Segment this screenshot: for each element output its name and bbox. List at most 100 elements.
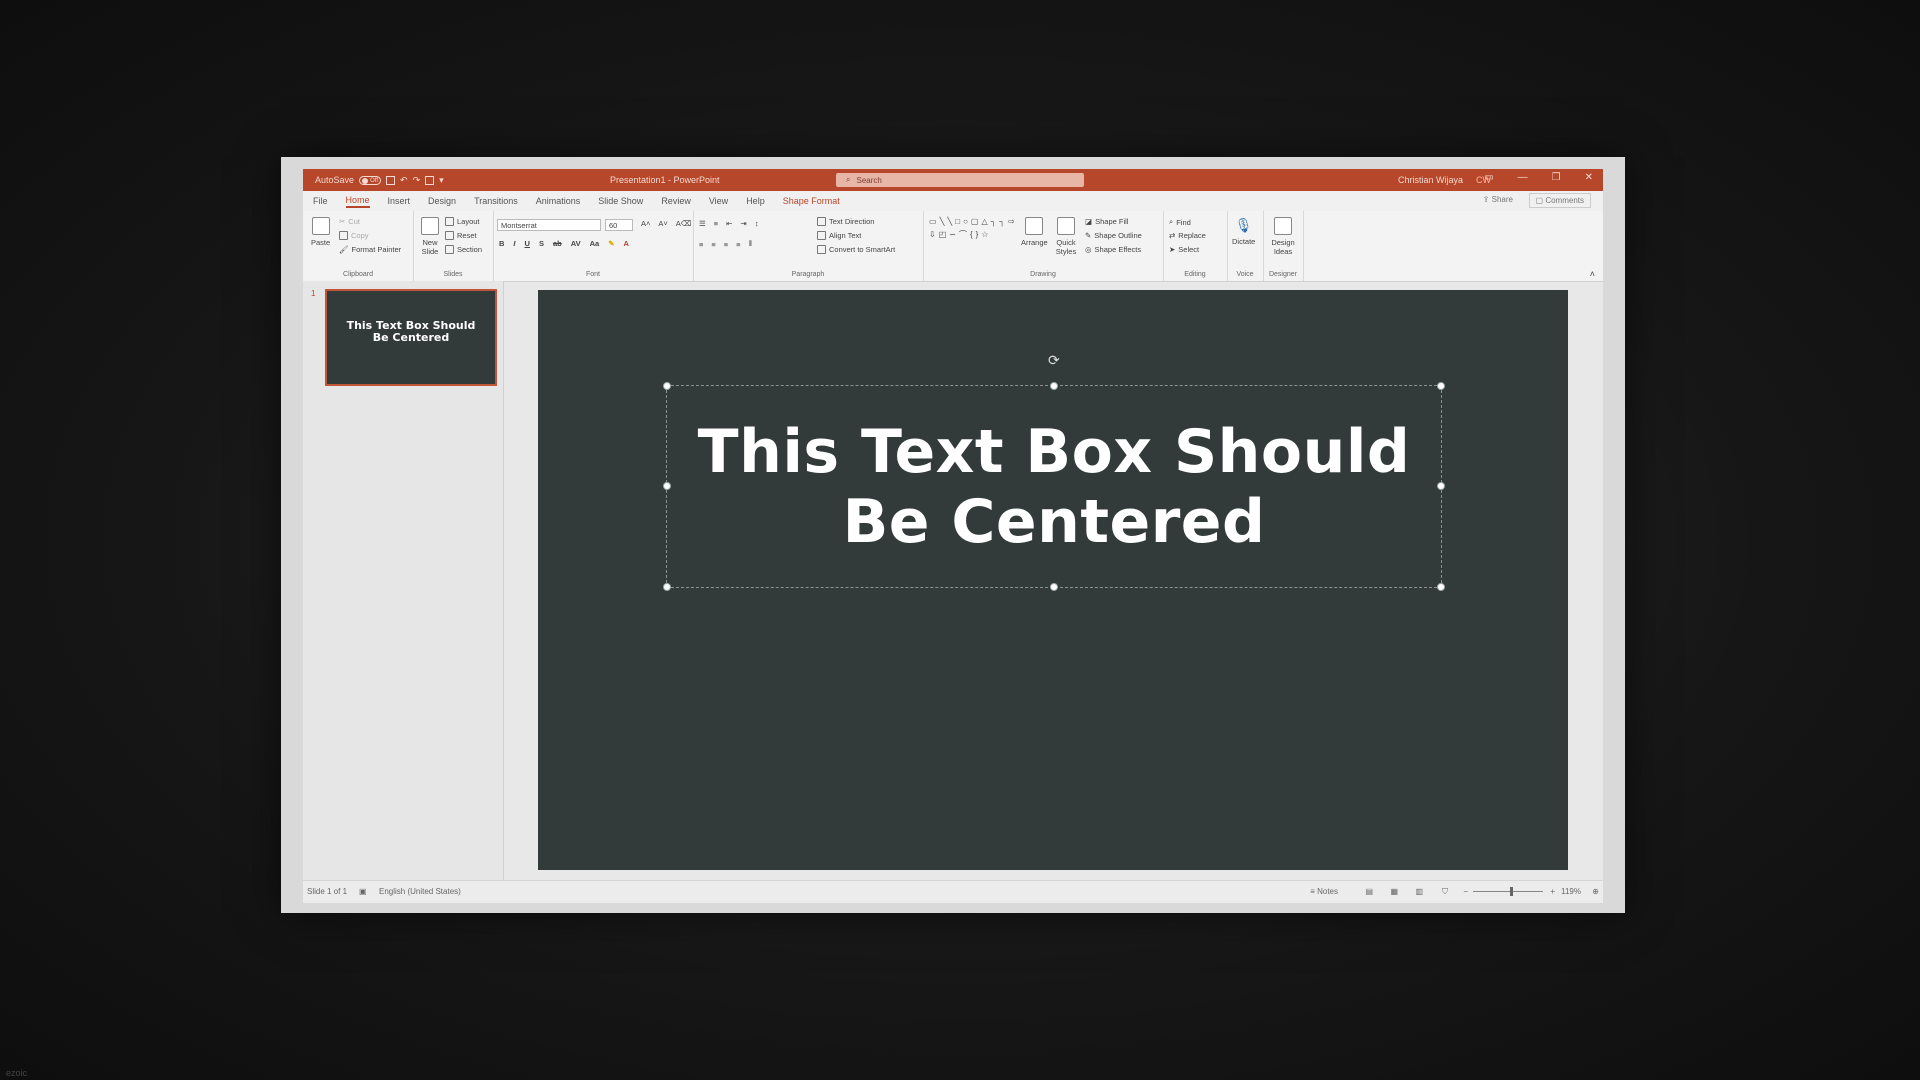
slideshow-icon[interactable]: ⛉: [1442, 887, 1448, 897]
user-name[interactable]: Christian Wijaya: [1398, 175, 1463, 185]
bold-icon[interactable]: B: [499, 239, 504, 248]
increase-indent-icon[interactable]: ⇥: [740, 219, 746, 228]
slide-text-box[interactable]: This Text Box Should Be Centered: [666, 385, 1442, 588]
quick-styles-button[interactable]: Quick Styles: [1053, 217, 1079, 256]
restore-icon[interactable]: ❐: [1552, 172, 1561, 183]
align-text-button[interactable]: Align Text: [817, 231, 861, 240]
zoom-level[interactable]: 119%: [1561, 887, 1581, 896]
reading-view-icon[interactable]: ▥: [1415, 887, 1423, 896]
collapse-ribbon-icon[interactable]: ˄: [1590, 269, 1595, 279]
autosave-toggle[interactable]: Off: [359, 175, 382, 185]
highlight-icon[interactable]: ✎: [608, 239, 614, 248]
curve-shape-icon[interactable]: ∽: [949, 230, 956, 239]
italic-icon[interactable]: I: [513, 239, 515, 248]
decrease-font-icon[interactable]: A˅: [658, 219, 667, 228]
connector-shape-icon[interactable]: ┐: [991, 217, 997, 226]
slide-thumbnail[interactable]: This Text Box Should Be Centered: [325, 289, 497, 386]
tab-design[interactable]: Design: [428, 196, 456, 206]
star-shape-icon[interactable]: ☆: [981, 230, 988, 239]
undo-icon[interactable]: ↶: [400, 175, 408, 186]
rounded-rect-shape-icon[interactable]: ▢: [971, 217, 979, 226]
strikethrough-icon[interactable]: ab: [553, 239, 562, 248]
tab-transitions[interactable]: Transitions: [474, 196, 518, 206]
redo-icon[interactable]: ↷: [413, 175, 421, 186]
cut-button[interactable]: ✂ Cut: [339, 217, 360, 226]
tab-animations[interactable]: Animations: [536, 196, 581, 206]
clear-formatting-icon[interactable]: A⌫: [676, 219, 692, 228]
arc-shape-icon[interactable]: ⌒: [959, 229, 967, 240]
slide-canvas[interactable]: ⟳ This Text Box Should Be Centered: [538, 290, 1568, 870]
font-name-select[interactable]: Montserrat: [497, 219, 601, 231]
select-button[interactable]: ➤ Select: [1169, 245, 1199, 254]
tab-view[interactable]: View: [709, 196, 728, 206]
ribbon-display-icon[interactable]: ▭: [1484, 172, 1493, 183]
triangle-shape-icon[interactable]: △: [981, 217, 987, 226]
justify-icon[interactable]: ≡: [736, 240, 740, 249]
tab-insert[interactable]: Insert: [388, 196, 411, 206]
convert-smartart-button[interactable]: Convert to SmartArt: [817, 245, 895, 254]
language-indicator[interactable]: English (United States): [379, 887, 461, 896]
normal-view-icon[interactable]: ▤: [1365, 887, 1373, 896]
share-button[interactable]: ⇪ Share: [1483, 195, 1513, 204]
rotate-handle-icon[interactable]: ⟳: [1048, 352, 1060, 369]
down-arrow-shape-icon[interactable]: ⇩: [929, 230, 936, 239]
increase-font-icon[interactable]: A˄: [641, 219, 650, 228]
font-size-select[interactable]: 60: [605, 219, 633, 231]
comments-button[interactable]: ▢ Comments: [1528, 193, 1591, 208]
close-icon[interactable]: ✕: [1585, 172, 1593, 183]
char-spacing-icon[interactable]: AV: [571, 239, 581, 248]
replace-button[interactable]: ⇄ Replace: [1169, 231, 1206, 240]
underline-icon[interactable]: U: [525, 239, 530, 248]
rectangle-shape-icon[interactable]: □: [955, 217, 960, 226]
zoom-out-icon[interactable]: −: [1463, 887, 1468, 896]
zoom-slider-thumb[interactable]: [1510, 887, 1513, 896]
arrange-button[interactable]: Arrange: [1021, 217, 1048, 247]
minimize-icon[interactable]: —: [1518, 172, 1528, 183]
tab-review[interactable]: Review: [661, 196, 691, 206]
change-case-icon[interactable]: Aa: [590, 239, 600, 248]
line-spacing-icon[interactable]: ↕: [755, 219, 759, 228]
slide-sorter-icon[interactable]: ▦: [1390, 887, 1398, 896]
line-shape-icon[interactable]: ╲: [940, 217, 945, 226]
search-box[interactable]: ⌕ Search: [836, 173, 1084, 187]
align-right-icon[interactable]: ≡: [724, 240, 728, 249]
design-ideas-button[interactable]: Design Ideas: [1269, 217, 1297, 256]
shadow-icon[interactable]: S: [539, 239, 544, 248]
fit-to-window-icon[interactable]: ⊕: [1592, 887, 1599, 896]
align-center-icon[interactable]: ≡: [711, 240, 715, 249]
decrease-indent-icon[interactable]: ⇤: [726, 219, 732, 228]
numbering-icon[interactable]: ≡: [714, 219, 718, 228]
notes-button[interactable]: ≡ Notes: [1310, 887, 1338, 896]
new-slide-button[interactable]: New Slide: [419, 217, 441, 256]
brace-shape-icon[interactable]: }: [976, 230, 979, 239]
accessibility-icon[interactable]: ▣: [359, 887, 367, 896]
paste-button[interactable]: Paste: [311, 217, 330, 247]
find-button[interactable]: ⌕ Find: [1169, 217, 1191, 227]
zoom-in-icon[interactable]: +: [1550, 887, 1555, 896]
dictate-button[interactable]: 🎙 Dictate: [1232, 217, 1255, 246]
zoom-slider[interactable]: [1473, 891, 1543, 892]
columns-icon[interactable]: ⫴: [749, 239, 752, 249]
font-color-icon[interactable]: A: [623, 239, 628, 248]
shapes-gallery[interactable]: ▭ ╲ ╲ □ ○ ▢ △ ┐ ┐ ⇨ ⇩ ◰ ∽ ⌒{} ☆: [929, 217, 1015, 240]
bullets-icon[interactable]: ☰: [699, 219, 706, 228]
copy-button[interactable]: Copy: [339, 231, 369, 240]
text-direction-button[interactable]: Text Direction: [817, 217, 874, 226]
save-icon[interactable]: [386, 175, 396, 185]
connector-shape-icon[interactable]: ┐: [999, 217, 1005, 226]
reset-button[interactable]: Reset: [445, 231, 477, 240]
tab-home[interactable]: Home: [345, 195, 370, 208]
tab-file[interactable]: File: [313, 196, 328, 206]
oval-shape-icon[interactable]: ○: [963, 217, 968, 226]
line-shape-icon[interactable]: ╲: [947, 217, 952, 226]
shape-fill-button[interactable]: ◪ Shape Fill: [1085, 217, 1128, 226]
arrow-shape-icon[interactable]: ⇨: [1008, 217, 1015, 226]
tab-slide-show[interactable]: Slide Show: [598, 196, 643, 206]
section-button[interactable]: Section: [445, 245, 482, 254]
shape-icon[interactable]: ◰: [939, 230, 947, 239]
shape-effects-button[interactable]: ◎ Shape Effects: [1085, 245, 1141, 254]
tab-shape-format[interactable]: Shape Format: [783, 196, 840, 206]
present-icon[interactable]: [425, 175, 435, 185]
tab-help[interactable]: Help: [746, 196, 765, 206]
textbox-shape-icon[interactable]: ▭: [929, 217, 937, 226]
